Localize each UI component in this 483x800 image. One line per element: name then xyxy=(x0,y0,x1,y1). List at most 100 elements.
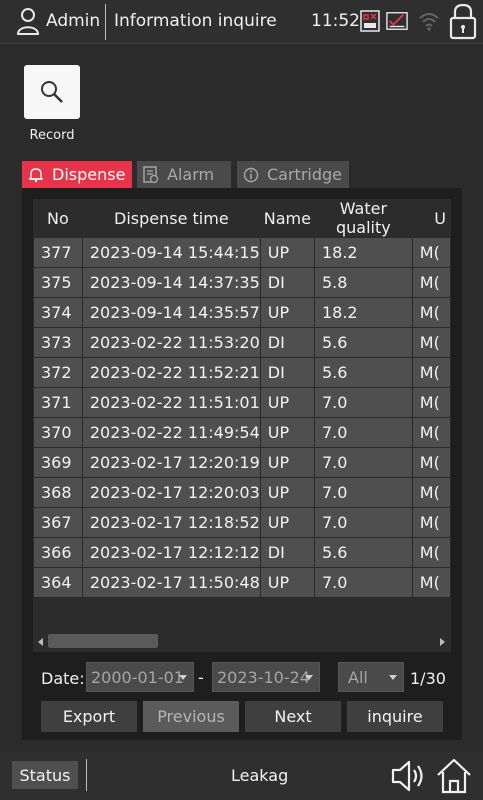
table-row[interactable]: 372 2023-02-22 11:52:21 DI 5.6 M( xyxy=(33,357,451,388)
cell-unit: M( xyxy=(411,297,451,328)
scroll-right-icon[interactable] xyxy=(440,638,445,646)
table-row[interactable]: 374 2023-09-14 14:35:57 UP 18.2 M( xyxy=(33,297,451,328)
tab-label: Alarm xyxy=(167,165,215,184)
export-button[interactable]: Export xyxy=(41,701,137,732)
cell-name: UP xyxy=(259,387,315,418)
cell-unit: M( xyxy=(411,477,451,508)
date-from-select[interactable]: 2000-01-01 xyxy=(86,662,194,692)
column-header-no: No xyxy=(33,199,83,238)
cell-unit: M( xyxy=(411,567,451,598)
date-from-value: 2000-01-01 xyxy=(91,667,184,687)
table-row[interactable]: 377 2023-09-14 15:44:15 UP 18.2 M( xyxy=(33,237,451,268)
info-icon xyxy=(243,167,259,182)
table-row[interactable]: 375 2023-09-14 14:37:35 DI 5.8 M( xyxy=(33,267,451,298)
chevron-down-icon xyxy=(305,675,313,680)
user-name[interactable]: Admin xyxy=(46,11,100,31)
table-row[interactable]: 364 2023-02-17 11:50:48 UP 7.0 M( xyxy=(33,567,451,598)
cell-water-quality: 5.6 xyxy=(313,357,413,388)
cell-water-quality: 18.2 xyxy=(313,297,413,328)
tab-dispense[interactable]: Dispense xyxy=(22,161,132,188)
scroll-left-icon[interactable] xyxy=(38,638,43,646)
cell-name: UP xyxy=(259,447,315,478)
cell-name: UP xyxy=(259,237,315,268)
inquire-button[interactable]: inquire xyxy=(347,701,443,732)
cell-dispense-time: 2023-02-22 11:49:54 xyxy=(81,417,261,448)
cell-water-quality: 7.0 xyxy=(313,417,413,448)
cell-name: DI xyxy=(259,537,315,568)
usb-status-icon xyxy=(360,10,380,32)
table-row[interactable]: 370 2023-02-22 11:49:54 UP 7.0 M( xyxy=(33,417,451,448)
alert-text: Leakag xyxy=(231,766,289,785)
cell-no: 364 xyxy=(33,567,83,598)
cell-dispense-time: 2023-02-22 11:51:01 xyxy=(81,387,261,418)
date-to-value: 2023-10-24 xyxy=(217,667,310,687)
tab-label: Cartridge xyxy=(267,165,343,184)
speaker-icon[interactable] xyxy=(390,758,428,794)
scrollbar-thumb[interactable] xyxy=(48,634,158,648)
cell-no: 372 xyxy=(33,357,83,388)
cell-no: 377 xyxy=(33,237,83,268)
cell-unit: M( xyxy=(411,387,451,418)
page-indicator: 1/30 xyxy=(410,669,446,688)
cell-unit: M( xyxy=(411,267,451,298)
type-value: All xyxy=(348,667,368,687)
table-row[interactable]: 367 2023-02-17 12:18:52 UP 7.0 M( xyxy=(33,507,451,538)
table-header: No Dispense time Name Water quality U xyxy=(33,199,451,238)
dispense-table[interactable]: No Dispense time Name Water quality U 37… xyxy=(33,199,451,652)
cell-dispense-time: 2023-02-17 11:50:48 xyxy=(81,567,261,598)
cell-dispense-time: 2023-02-22 11:52:21 xyxy=(81,357,261,388)
home-icon[interactable] xyxy=(436,757,472,795)
table-row[interactable]: 366 2023-02-17 12:12:12 DI 5.6 M( xyxy=(33,537,451,568)
cell-name: DI xyxy=(259,267,315,298)
date-label: Date: xyxy=(41,669,85,688)
type-select[interactable]: All xyxy=(338,662,404,692)
tab-cartridge[interactable]: Cartridge xyxy=(237,161,349,188)
cell-no: 371 xyxy=(33,387,83,418)
user-icon[interactable] xyxy=(16,7,40,35)
cell-no: 366 xyxy=(33,537,83,568)
table-row[interactable]: 373 2023-02-22 11:53:20 DI 5.6 M( xyxy=(33,327,451,358)
horizontal-scrollbar[interactable] xyxy=(33,632,451,652)
column-header-unit: U xyxy=(412,199,451,238)
cell-unit: M( xyxy=(411,237,451,268)
cell-unit: M( xyxy=(411,447,451,478)
cell-dispense-time: 2023-09-14 14:35:57 xyxy=(81,297,261,328)
cell-no: 374 xyxy=(33,297,83,328)
date-to-select[interactable]: 2023-10-24 xyxy=(212,662,320,692)
page-title: Information inquire xyxy=(114,11,277,31)
cell-name: UP xyxy=(259,297,315,328)
cell-dispense-time: 2023-09-14 14:37:35 xyxy=(81,267,261,298)
column-header-dispense-time: Dispense time xyxy=(82,199,261,238)
record-button[interactable] xyxy=(24,65,80,119)
cell-water-quality: 7.0 xyxy=(313,507,413,538)
cell-unit: M( xyxy=(411,357,451,388)
cell-no: 370 xyxy=(33,417,83,448)
cell-unit: M( xyxy=(411,417,451,448)
date-separator: - xyxy=(198,668,204,687)
cell-water-quality: 7.0 xyxy=(313,477,413,508)
cell-water-quality: 5.6 xyxy=(313,537,413,568)
divider xyxy=(86,759,87,791)
previous-button[interactable]: Previous xyxy=(143,701,239,732)
cell-water-quality: 5.6 xyxy=(313,327,413,358)
cell-unit: M( xyxy=(411,327,451,358)
status-button[interactable]: Status xyxy=(12,761,78,789)
table-row[interactable]: 369 2023-02-17 12:20:19 UP 7.0 M( xyxy=(33,447,451,478)
cell-water-quality: 18.2 xyxy=(313,237,413,268)
next-button[interactable]: Next xyxy=(245,701,341,732)
cell-dispense-time: 2023-02-17 12:12:12 xyxy=(81,537,261,568)
wifi-icon xyxy=(419,13,439,31)
cell-dispense-time: 2023-09-14 15:44:15 xyxy=(81,237,261,268)
tab-alarm[interactable]: Alarm xyxy=(137,161,231,188)
table-row[interactable]: 368 2023-02-17 12:20:03 UP 7.0 M( xyxy=(33,477,451,508)
cell-water-quality: 7.0 xyxy=(313,567,413,598)
table-row[interactable]: 371 2023-02-22 11:51:01 UP 7.0 M( xyxy=(33,387,451,418)
top-bar: Admin Information inquire 11:52 xyxy=(0,0,483,44)
cell-water-quality: 7.0 xyxy=(313,387,413,418)
chevron-down-icon xyxy=(389,675,397,680)
cell-name: DI xyxy=(259,357,315,388)
cell-no: 373 xyxy=(33,327,83,358)
cell-dispense-time: 2023-02-17 12:18:52 xyxy=(81,507,261,538)
cell-dispense-time: 2023-02-17 12:20:03 xyxy=(81,477,261,508)
lock-icon[interactable] xyxy=(447,2,479,40)
